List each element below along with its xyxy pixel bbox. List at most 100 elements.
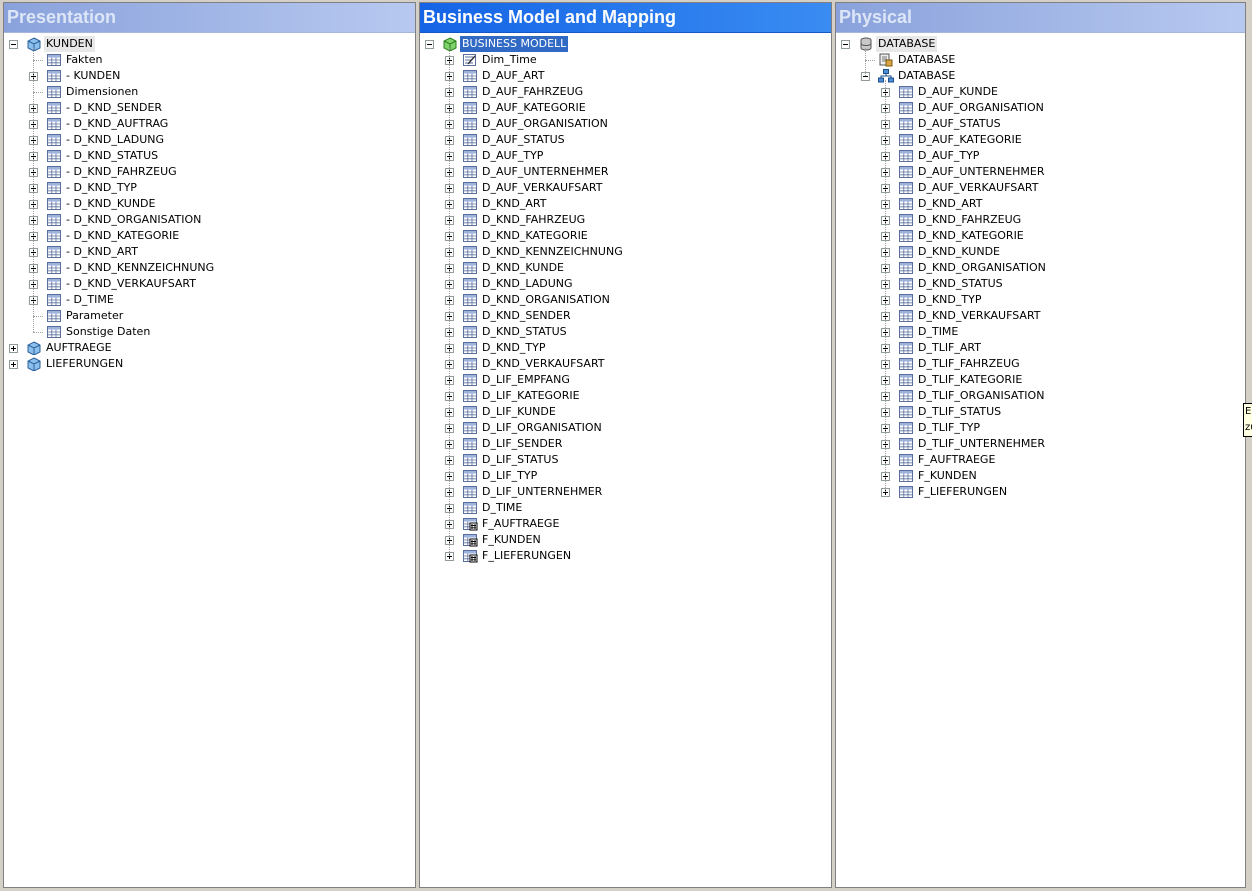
tree-node-d-knd-ladung[interactable]: D_KND_LADUNG [420, 276, 831, 292]
tree-node-label[interactable]: D_TLIF_STATUS [918, 404, 1001, 420]
tree-node-d-auf-typ[interactable]: D_AUF_TYP [836, 148, 1245, 164]
tree-node-d-knd-organisation[interactable]: - D_KND_ORGANISATION [4, 212, 415, 228]
tree-node-label[interactable]: - D_KND_KENNZEICHNUNG [66, 260, 214, 276]
tree-node-label[interactable]: D_LIF_KUNDE [482, 404, 556, 420]
expand-toggle-icon[interactable] [9, 360, 18, 369]
tree-node-label[interactable]: D_TIME [918, 324, 958, 340]
tree-node-label[interactable]: F_LIEFERUNGEN [482, 548, 571, 564]
tree-node-d-knd-kunde[interactable]: - D_KND_KUNDE [4, 196, 415, 212]
tree-node-label[interactable]: F_AUFTRAEGE [482, 516, 559, 532]
tree-node-d-auf-fahrzeug[interactable]: D_AUF_FAHRZEUG [420, 84, 831, 100]
tree-node-label[interactable]: F_KUNDEN [482, 532, 541, 548]
tree-node-label[interactable]: D_AUF_VERKAUFSART [918, 180, 1039, 196]
tree-node-d-lif-status[interactable]: D_LIF_STATUS [420, 452, 831, 468]
tree-node-label[interactable]: DATABASE [898, 52, 955, 68]
tree-node-label[interactable]: D_AUF_ORGANISATION [482, 116, 608, 132]
tree-node-label[interactable]: D_AUF_STATUS [482, 132, 565, 148]
tree-node-label[interactable]: - D_KND_AUFTRAG [66, 116, 168, 132]
tree-node-business-modell[interactable]: BUSINESS MODELL [420, 36, 831, 52]
tree-node-d-lif-organisation[interactable]: D_LIF_ORGANISATION [420, 420, 831, 436]
tree-node-label[interactable]: D_KND_STATUS [482, 324, 567, 340]
tree-node-d-auf-verkaufsart[interactable]: D_AUF_VERKAUFSART [836, 180, 1245, 196]
tree-node-label[interactable]: - D_KND_ART [66, 244, 138, 260]
tree-node-label[interactable]: D_LIF_UNTERNEHMER [482, 484, 602, 500]
tree-node-label[interactable]: D_AUF_TYP [918, 148, 979, 164]
tree-node-d-tlif-art[interactable]: D_TLIF_ART [836, 340, 1245, 356]
tree-node-label[interactable]: D_KND_SENDER [482, 308, 571, 324]
tree-node-fakten[interactable]: Fakten [4, 52, 415, 68]
tree-node-d-knd-organisation[interactable]: D_KND_ORGANISATION [836, 260, 1245, 276]
tree-node-label[interactable]: D_AUF_VERKAUFSART [482, 180, 603, 196]
tree-node-parameter[interactable]: Parameter [4, 308, 415, 324]
tree-node-d-knd-sender[interactable]: D_KND_SENDER [420, 308, 831, 324]
tree-node-label[interactable]: D_KND_FAHRZEUG [482, 212, 585, 228]
tree-node-d-knd-kategorie[interactable]: D_KND_KATEGORIE [420, 228, 831, 244]
tree-node-d-knd-verkaufsart[interactable]: - D_KND_VERKAUFSART [4, 276, 415, 292]
tree-node-d-time[interactable]: - D_TIME [4, 292, 415, 308]
tree-node-label[interactable]: D_KND_KENNZEICHNUNG [482, 244, 623, 260]
tree-node-d-knd-ladung[interactable]: - D_KND_LADUNG [4, 132, 415, 148]
tree-node-d-tlif-kategorie[interactable]: D_TLIF_KATEGORIE [836, 372, 1245, 388]
tree-node-lieferungen[interactable]: LIEFERUNGEN [4, 356, 415, 372]
tree-node-label[interactable]: Dim_Time [482, 52, 537, 68]
tree-node-label[interactable]: D_KND_STATUS [918, 276, 1003, 292]
tree-node-label[interactable]: F_AUFTRAEGE [918, 452, 995, 468]
tree-node-f-kunden[interactable]: F_KUNDEN [420, 532, 831, 548]
tree-node-label[interactable]: D_TLIF_ART [918, 340, 981, 356]
tree-node-label[interactable]: D_KND_KUNDE [918, 244, 1000, 260]
collapse-toggle-icon[interactable] [425, 40, 434, 49]
tree-node-d-knd-fahrzeug[interactable]: D_KND_FAHRZEUG [420, 212, 831, 228]
tree-node-label[interactable]: D_KND_KUNDE [482, 260, 564, 276]
collapse-toggle-icon[interactable] [9, 40, 18, 49]
tree-node-f-lieferungen[interactable]: F_LIEFERUNGEN [420, 548, 831, 564]
tree-node-database[interactable]: DATABASE [836, 36, 1245, 52]
tree-node-d-auf-unternehmer[interactable]: D_AUF_UNTERNEHMER [836, 164, 1245, 180]
tree-node-label[interactable]: KUNDEN [44, 36, 95, 52]
tree-node-f-kunden[interactable]: F_KUNDEN [836, 468, 1245, 484]
tree-node-label[interactable]: D_TLIF_KATEGORIE [918, 372, 1022, 388]
tree-node-sonstige-daten[interactable]: Sonstige Daten [4, 324, 415, 340]
tree-node-label[interactable]: D_AUF_UNTERNEHMER [482, 164, 609, 180]
tree-node-label[interactable]: D_AUF_ART [482, 68, 544, 84]
tree-node-d-auf-status[interactable]: D_AUF_STATUS [836, 116, 1245, 132]
tree-node-label[interactable]: D_KND_ART [482, 196, 546, 212]
tree-node-d-knd-verkaufsart[interactable]: D_KND_VERKAUFSART [420, 356, 831, 372]
tree-node-d-auf-kategorie[interactable]: D_AUF_KATEGORIE [836, 132, 1245, 148]
tree-node-label[interactable]: - D_KND_ORGANISATION [66, 212, 201, 228]
tree-node-d-lif-empfang[interactable]: D_LIF_EMPFANG [420, 372, 831, 388]
tree-node-d-knd-typ[interactable]: D_KND_TYP [420, 340, 831, 356]
tree-node-f-lieferungen[interactable]: F_LIEFERUNGEN [836, 484, 1245, 500]
tree-node-label[interactable]: D_AUF_KUNDE [918, 84, 998, 100]
tree-node-label[interactable]: - D_KND_VERKAUFSART [66, 276, 196, 292]
tree-node-label[interactable]: D_AUF_KATEGORIE [482, 100, 586, 116]
tree-node-label[interactable]: D_KND_FAHRZEUG [918, 212, 1021, 228]
tree-node-database[interactable]: DATABASE [836, 52, 1245, 68]
tree-node-label[interactable]: D_AUF_UNTERNEHMER [918, 164, 1045, 180]
tree-node-d-tlif-typ[interactable]: D_TLIF_TYP [836, 420, 1245, 436]
tree-node-d-auf-status[interactable]: D_AUF_STATUS [420, 132, 831, 148]
tree-node-d-lif-kategorie[interactable]: D_LIF_KATEGORIE [420, 388, 831, 404]
tree-node-d-knd-typ[interactable]: - D_KND_TYP [4, 180, 415, 196]
tree-node-d-auf-art[interactable]: D_AUF_ART [420, 68, 831, 84]
tree-node-label[interactable]: D_LIF_ORGANISATION [482, 420, 602, 436]
tree-node-label[interactable]: D_KND_ART [918, 196, 982, 212]
tree-node-d-knd-kunde[interactable]: D_KND_KUNDE [420, 260, 831, 276]
tree-node-d-knd-typ[interactable]: D_KND_TYP [836, 292, 1245, 308]
expand-toggle-icon[interactable] [9, 344, 18, 353]
tree-node-label[interactable]: - D_KND_LADUNG [66, 132, 164, 148]
tree-node-d-knd-kunde[interactable]: D_KND_KUNDE [836, 244, 1245, 260]
tree-node-auftraege[interactable]: AUFTRAEGE [4, 340, 415, 356]
tree-node-label[interactable]: D_KND_TYP [918, 292, 981, 308]
tree-node-label[interactable]: - D_KND_STATUS [66, 148, 158, 164]
tree-node-label[interactable]: D_AUF_TYP [482, 148, 543, 164]
tree-node-d-auf-verkaufsart[interactable]: D_AUF_VERKAUFSART [420, 180, 831, 196]
tree-node-label[interactable]: D_LIF_SENDER [482, 436, 562, 452]
tree-node-d-auf-kategorie[interactable]: D_AUF_KATEGORIE [420, 100, 831, 116]
tree-node-label[interactable]: BUSINESS MODELL [460, 36, 569, 52]
tree-node-d-time[interactable]: D_TIME [420, 500, 831, 516]
tree-node-d-knd-status[interactable]: - D_KND_STATUS [4, 148, 415, 164]
tree-node-d-knd-fahrzeug[interactable]: - D_KND_FAHRZEUG [4, 164, 415, 180]
tree-node-label[interactable]: D_KND_LADUNG [482, 276, 573, 292]
tree-node-label[interactable]: - D_KND_FAHRZEUG [66, 164, 177, 180]
tree-node-label[interactable]: Fakten [66, 52, 102, 68]
